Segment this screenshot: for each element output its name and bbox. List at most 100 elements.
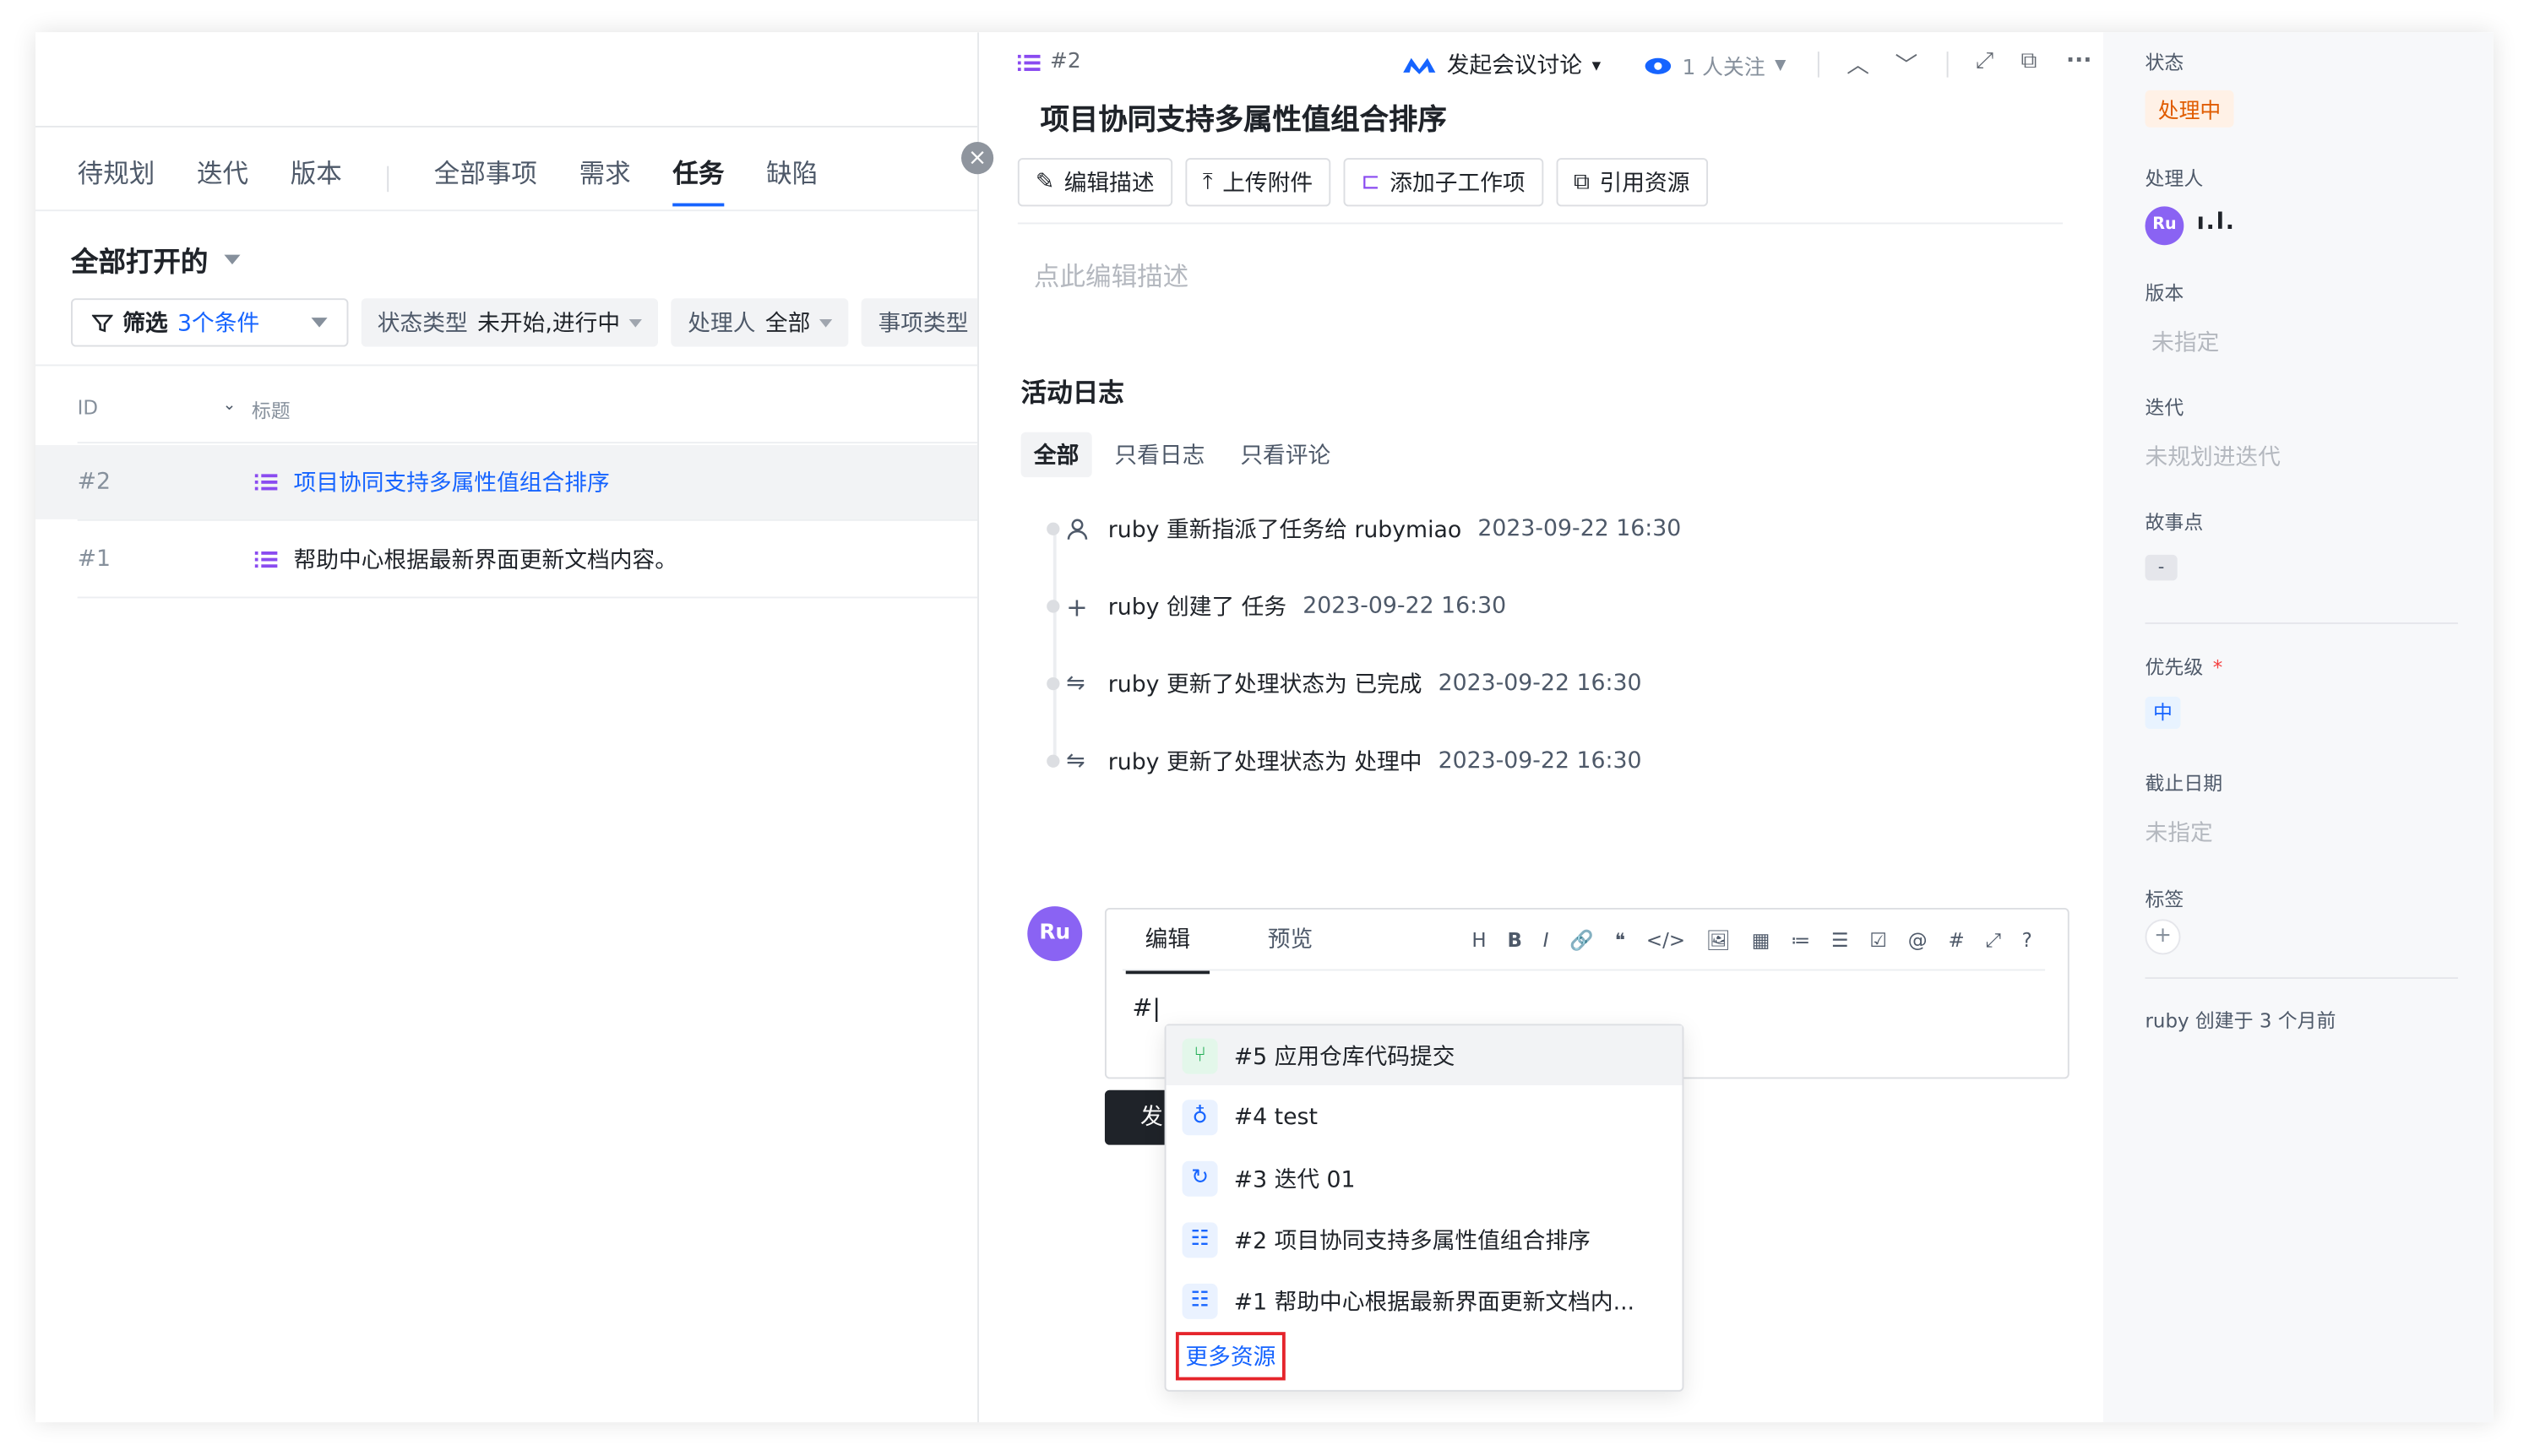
table-icon[interactable]: ▦: [1752, 929, 1770, 953]
tab-planning[interactable]: 待规划: [78, 151, 155, 206]
timeline-line: [1052, 525, 1057, 762]
chip-label: 处理人: [688, 311, 756, 338]
detail-title[interactable]: 项目协同支持多属性值组合排序: [1041, 97, 1447, 139]
row-id: #1: [77, 546, 111, 573]
column-title[interactable]: 标题: [252, 397, 291, 424]
filter-chip-status-type[interactable]: 状态类型 未开始,进行中: [361, 298, 659, 347]
tags-label: 标签: [2145, 888, 2184, 911]
filter-chip-assignee[interactable]: 处理人 全部: [672, 298, 850, 347]
bullet-list-icon[interactable]: ☰: [1831, 929, 1849, 953]
popup-item[interactable]: ♁ #4 test: [1166, 1087, 1682, 1147]
divider: [35, 125, 978, 128]
popup-item[interactable]: ↻ #3 迭代 01: [1166, 1148, 1682, 1208]
priority-label: 优先级 *: [2146, 653, 2223, 680]
divider: [2145, 977, 2458, 980]
caret-down-icon: ▼: [1775, 57, 1787, 73]
help-icon[interactable]: ?: [2022, 929, 2032, 953]
filter-button[interactable]: 筛选 3个条件: [71, 298, 349, 347]
reference-resource-button[interactable]: ⧉ 引用资源: [1555, 158, 1708, 207]
comment-input[interactable]: #|: [1132, 993, 1161, 1022]
close-icon[interactable]: ×: [961, 142, 994, 175]
filter-chip-item-type[interactable]: 事项类型: [862, 298, 985, 347]
story-points-label: 故事点: [2145, 511, 2204, 535]
task-detail-panel: #2 发起会议讨论 ▾ 1 人关注 ▼ ︿ ﹀ ⤢ ⧉ ··· 项目协同支持多属…: [977, 32, 2105, 1423]
popup-item[interactable]: ⑂ #5 应用仓库代码提交: [1166, 1025, 1683, 1086]
tab-version[interactable]: 版本: [291, 151, 342, 206]
editor-tab-preview[interactable]: 预览: [1248, 922, 1332, 974]
follow-button[interactable]: 1 人关注 ▼: [1644, 50, 1787, 80]
code-icon[interactable]: </>: [1646, 929, 1685, 953]
upload-attachment-button[interactable]: ⤒ 上传附件: [1184, 158, 1331, 207]
mention-icon[interactable]: @: [1908, 929, 1928, 953]
popup-item[interactable]: ☷ #2 项目协同支持多属性值组合排序: [1166, 1209, 1682, 1269]
merge-request-icon: ⑂: [1182, 1037, 1218, 1073]
status-badge[interactable]: 处理中: [2145, 90, 2234, 128]
bold-icon[interactable]: B: [1507, 929, 1521, 953]
row-title-link[interactable]: 帮助中心根据最新界面更新文档内容。: [294, 543, 677, 575]
checkbox-icon[interactable]: ☑: [1869, 929, 1887, 953]
row-title-link[interactable]: 项目协同支持多属性值组合排序: [294, 466, 610, 498]
chip-value: 全部: [764, 311, 811, 338]
priority-value[interactable]: 中: [2145, 696, 2181, 730]
hash-icon[interactable]: #: [1948, 929, 1964, 953]
app-window: 待规划 迭代 版本 全部事项 需求 任务 缺陷 全部打开的 筛选 3个条件 状态…: [35, 32, 2494, 1423]
start-meeting-button[interactable]: 发起会议讨论 ▾: [1401, 48, 1601, 80]
fullscreen-icon[interactable]: ⤢: [1986, 929, 2001, 953]
ordered-list-icon[interactable]: ≔: [1791, 929, 1810, 953]
tab-all-items[interactable]: 全部事项: [434, 151, 537, 206]
description-placeholder[interactable]: 点此编辑描述: [1034, 255, 1188, 294]
table-row[interactable]: #2 项目协同支持多属性值组合排序: [35, 444, 978, 519]
iteration-value[interactable]: 未规划进迭代: [2146, 440, 2281, 472]
tab-iteration[interactable]: 迭代: [197, 151, 248, 206]
story-points-value[interactable]: -: [2145, 554, 2178, 581]
add-tag-icon[interactable]: +: [2145, 919, 2181, 955]
chevron-down-icon[interactable]: ⌄: [222, 397, 236, 415]
edit-description-button[interactable]: ✎ 编辑描述: [1017, 158, 1172, 207]
link-icon[interactable]: 🔗: [1569, 929, 1594, 953]
chevron-up-icon[interactable]: ︿: [1846, 48, 1869, 80]
avatar: Ru: [1027, 906, 1083, 962]
chevron-down-icon[interactable]: ﹀: [1895, 48, 1918, 80]
log-text: ruby 更新了处理状态为 已完成: [1107, 672, 1422, 698]
popup-item-text: #2 项目协同支持多属性值组合排序: [1233, 1228, 1591, 1254]
more-icon[interactable]: ···: [2066, 48, 2091, 74]
iteration-icon: ↻: [1182, 1160, 1218, 1196]
bulb-icon: ♁: [1182, 1099, 1218, 1135]
assignee-name[interactable]: ı.l.: [2197, 209, 2236, 236]
tab-tasks[interactable]: 任务: [672, 151, 725, 207]
created-info: ruby 创建于 3 个月前: [2145, 1009, 2336, 1033]
log-time: 2023-09-22 16:30: [1438, 747, 1642, 774]
table-row[interactable]: #1 帮助中心根据最新界面更新文档内容。: [35, 523, 977, 597]
tab-requirements[interactable]: 需求: [579, 151, 631, 206]
filter-bar: 筛选 3个条件 状态类型 未开始,进行中 处理人 全部 事项类型: [71, 298, 985, 347]
item-id: #2: [1017, 50, 1081, 74]
view-selector[interactable]: 全部打开的: [71, 239, 241, 279]
filter-icon: [91, 313, 113, 332]
open-new-window-icon[interactable]: ⧉: [2020, 48, 2037, 74]
project-tabs: 待规划 迭代 版本 全部事项 需求 任务 缺陷: [78, 151, 819, 207]
eye-icon: [1645, 57, 1672, 73]
heading-icon[interactable]: H: [1471, 929, 1486, 953]
quote-icon[interactable]: ❝: [1615, 929, 1625, 953]
activity-tab-logs[interactable]: 只看日志: [1101, 432, 1217, 477]
activity-tab-comments[interactable]: 只看评论: [1227, 432, 1343, 477]
detail-actions: ✎ 编辑描述 ⤒ 上传附件 ⊏ 添加子工作项 ⧉ 引用资源: [1017, 158, 1708, 207]
properties-sidebar: 状态 处理中 处理人 Ru ı.l. 版本 未指定 迭代 未规划进迭代 故事点 …: [2102, 32, 2494, 1423]
more-resources-link[interactable]: 更多资源: [1175, 1332, 1286, 1381]
popup-item-text: #3 迭代 01: [1233, 1166, 1356, 1193]
editor-tab-edit[interactable]: 编辑: [1125, 922, 1210, 975]
version-value[interactable]: 未指定: [2151, 326, 2219, 358]
due-date-value[interactable]: 未指定: [2146, 816, 2213, 848]
add-subitem-button[interactable]: ⊏ 添加子工作项: [1343, 158, 1543, 207]
italic-icon[interactable]: I: [1543, 929, 1549, 953]
chip-label: 事项类型: [878, 311, 969, 338]
popup-item[interactable]: ☷ #1 帮助中心根据最新界面更新文档内...: [1166, 1271, 1682, 1331]
column-id[interactable]: ID: [78, 397, 98, 420]
filter-count: 3个条件: [177, 311, 260, 338]
log-text: ruby 重新指派了任务给 rubymiao: [1107, 517, 1462, 544]
expand-icon[interactable]: ⤢: [1976, 48, 1993, 74]
tab-defects[interactable]: 缺陷: [766, 151, 818, 206]
send-button[interactable]: 发: [1104, 1089, 1170, 1145]
activity-tab-all[interactable]: 全部: [1020, 432, 1092, 478]
image-icon[interactable]: 🖼: [1706, 929, 1731, 953]
